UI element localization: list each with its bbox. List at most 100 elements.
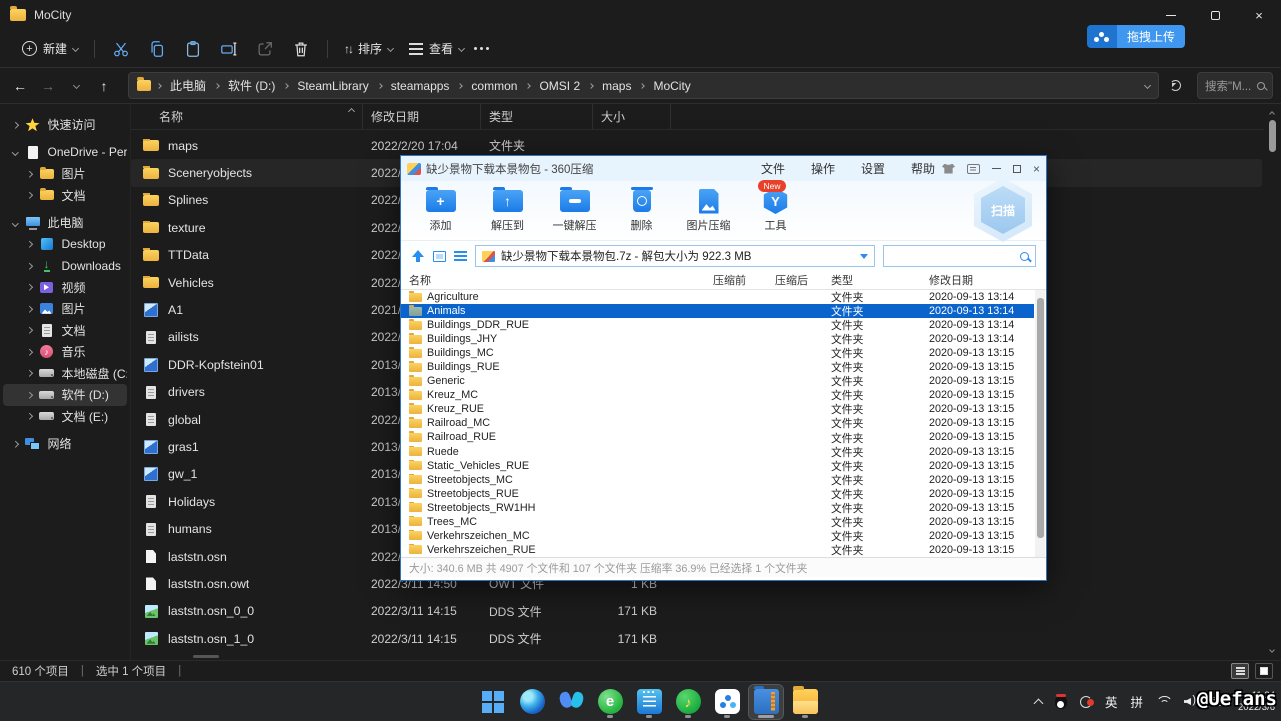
zip-file-row[interactable]: Streetobjects_RUE 文件夹 2020-09-13 13:15	[401, 487, 1034, 501]
expand-chevron-icon[interactable]	[26, 171, 32, 177]
cut-button[interactable]	[103, 34, 139, 64]
zip-tool-button[interactable]: New 工具	[742, 188, 809, 233]
wifi-icon[interactable]	[1156, 696, 1171, 707]
breadcrumb-label[interactable]: MoCity	[650, 77, 693, 95]
column-header-name[interactable]: 名称	[131, 104, 363, 129]
sidebar-item[interactable]: 图片	[3, 298, 127, 320]
close-button[interactable]: ×	[1237, 0, 1281, 30]
maximize-button[interactable]	[1193, 0, 1237, 30]
zip-tool-button[interactable]: 添加	[407, 188, 474, 233]
breadcrumb-item[interactable]: OMSI 2	[526, 77, 583, 95]
expand-chevron-icon[interactable]	[26, 413, 32, 419]
breadcrumb-label[interactable]: SteamLibrary	[294, 77, 371, 95]
archive-path-combobox[interactable]: 缺少景物下载本景物包.7z - 解包大小为 922.3 MB	[475, 245, 875, 267]
zip-column-header[interactable]: 压缩前	[713, 272, 775, 288]
search-input[interactable]: 搜索"M...	[1197, 72, 1273, 99]
zip-file-row[interactable]: Ruede 文件夹 2020-09-13 13:15	[401, 445, 1034, 459]
vertical-scrollbar[interactable]	[1264, 104, 1281, 660]
up-level-icon[interactable]	[411, 249, 425, 263]
back-button[interactable]: ←	[8, 74, 32, 98]
zip-column-header[interactable]: 修改日期	[929, 272, 1046, 288]
zip-close-button[interactable]: ×	[1033, 163, 1040, 175]
paste-button[interactable]	[175, 34, 211, 64]
breadcrumb-label[interactable]: maps	[599, 77, 634, 95]
breadcrumb-label[interactable]: steamapps	[388, 77, 453, 95]
sidebar-item[interactable]: 文档 (E:)	[3, 406, 127, 428]
breadcrumb-item[interactable]: 软件 (D:)	[215, 75, 278, 96]
breadcrumb-item[interactable]: SteamLibrary	[284, 77, 371, 95]
feedback-icon[interactable]	[967, 164, 980, 174]
expand-chevron-icon[interactable]	[26, 370, 32, 376]
sidebar-item[interactable]: 此电脑	[3, 212, 127, 234]
expand-chevron-icon[interactable]	[26, 284, 32, 290]
up-button[interactable]: ↑	[92, 74, 116, 98]
zip-file-row[interactable]: Generic 文件夹 2020-09-13 13:15	[401, 374, 1034, 388]
breadcrumb-item[interactable]: steamapps	[378, 77, 453, 95]
expand-chevron-icon[interactable]	[26, 349, 32, 355]
breadcrumb-label[interactable]: 此电脑	[167, 75, 209, 96]
delete-button[interactable]	[283, 34, 319, 64]
zip-file-row[interactable]: Streetobjects_RW1HH 文件夹 2020-09-13 13:15	[401, 501, 1034, 515]
zip-tool-button[interactable]: 删除	[608, 188, 675, 233]
combo-dropdown-caret[interactable]	[860, 254, 868, 263]
zip-file-row[interactable]: Agriculture 文件夹 2020-09-13 13:14	[401, 290, 1034, 304]
taskbar-app[interactable]	[749, 685, 783, 719]
view-button[interactable]: 查看	[401, 34, 472, 64]
zip-file-row[interactable]: Streetobjects_MC 文件夹 2020-09-13 13:15	[401, 473, 1034, 487]
scroll-up-arrow[interactable]	[1269, 111, 1275, 117]
expand-chevron-icon[interactable]	[26, 263, 32, 269]
large-icons-view-toggle[interactable]	[1255, 663, 1273, 679]
breadcrumb-label[interactable]: 软件 (D:)	[225, 75, 278, 96]
zip-search-input[interactable]	[883, 245, 1036, 267]
sidebar-item[interactable]: 文档	[3, 185, 127, 207]
column-header-size[interactable]: 大小	[593, 104, 671, 129]
skin-icon[interactable]	[942, 164, 955, 174]
breadcrumb-item[interactable]: maps	[589, 77, 634, 95]
list-view-icon[interactable]	[454, 255, 467, 257]
expand-chevron-icon[interactable]	[12, 149, 18, 155]
qq-tray-icon[interactable]	[1055, 695, 1067, 709]
zip-scrollbar-track[interactable]	[1035, 290, 1045, 557]
sidebar-item[interactable]: Desktop	[3, 234, 127, 256]
zip-column-header[interactable]: 名称	[409, 272, 713, 288]
sidebar-item[interactable]: 音乐	[3, 341, 127, 363]
menu-item[interactable]: 设置	[861, 160, 885, 177]
ime-pinyin-indicator[interactable]: 拼	[1131, 692, 1144, 711]
rename-button[interactable]	[211, 34, 247, 64]
zip-file-row[interactable]: Buildings_DDR_RUE 文件夹 2020-09-13 13:14	[401, 318, 1034, 332]
file-row[interactable]: laststn.osn_0_0 2022/3/11 14:15 DDS 文件 1…	[131, 598, 1262, 625]
menu-item[interactable]: 帮助	[911, 160, 935, 177]
sort-button[interactable]: 排序	[336, 34, 401, 64]
zip-minimize-button[interactable]	[992, 168, 1001, 170]
zip-file-row[interactable]: Verkehrszeichen_MC 文件夹 2020-09-13 13:15	[401, 529, 1034, 543]
zip-file-row[interactable]: Verkehrszeichen_RUE 文件夹 2020-09-13 13:15	[401, 543, 1034, 557]
address-dropdown-chevron[interactable]	[1144, 82, 1151, 89]
column-header-type[interactable]: 类型	[481, 104, 593, 129]
expand-chevron-icon[interactable]	[26, 192, 32, 198]
expand-chevron-icon[interactable]	[12, 220, 18, 226]
sidebar-item[interactable]: 图片	[3, 163, 127, 185]
sidebar-item[interactable]: 本地磁盘 (C:)	[3, 363, 127, 385]
sidebar-item[interactable]: 网络	[3, 433, 127, 455]
zip-tool-button[interactable]: 图片压缩	[675, 188, 742, 233]
zip-file-row[interactable]: Kreuz_RUE 文件夹 2020-09-13 13:15	[401, 402, 1034, 416]
expand-chevron-icon[interactable]	[26, 241, 32, 247]
taskbar-app[interactable]	[671, 685, 705, 719]
taskbar-app[interactable]	[515, 685, 549, 719]
sidebar-item[interactable]: 软件 (D:)	[3, 384, 127, 406]
breadcrumb-item[interactable]: MoCity	[640, 77, 693, 95]
ime-english-indicator[interactable]: 英	[1105, 692, 1118, 711]
zip-file-row[interactable]: Static_Vehicles_RUE 文件夹 2020-09-13 13:15	[401, 459, 1034, 473]
zip-scrollbar-thumb[interactable]	[1037, 298, 1044, 538]
file-row[interactable]: laststn.osn_1_0 2022/3/11 14:15 DDS 文件 1…	[131, 625, 1262, 652]
zip-column-header[interactable]: 压缩后	[775, 272, 831, 288]
sidebar-item[interactable]: OneDrive - Persona	[3, 142, 127, 164]
taskbar-app[interactable]	[554, 685, 588, 719]
taskbar-app[interactable]	[788, 685, 822, 719]
menu-item[interactable]: 操作	[811, 160, 835, 177]
expand-chevron-icon[interactable]	[12, 122, 18, 128]
sidebar-item[interactable]: Downloads	[3, 255, 127, 277]
zip-file-row[interactable]: Railroad_RUE 文件夹 2020-09-13 13:15	[401, 430, 1034, 444]
zip-file-row[interactable]: Buildings_MC 文件夹 2020-09-13 13:15	[401, 346, 1034, 360]
taskbar-app[interactable]	[710, 685, 744, 719]
